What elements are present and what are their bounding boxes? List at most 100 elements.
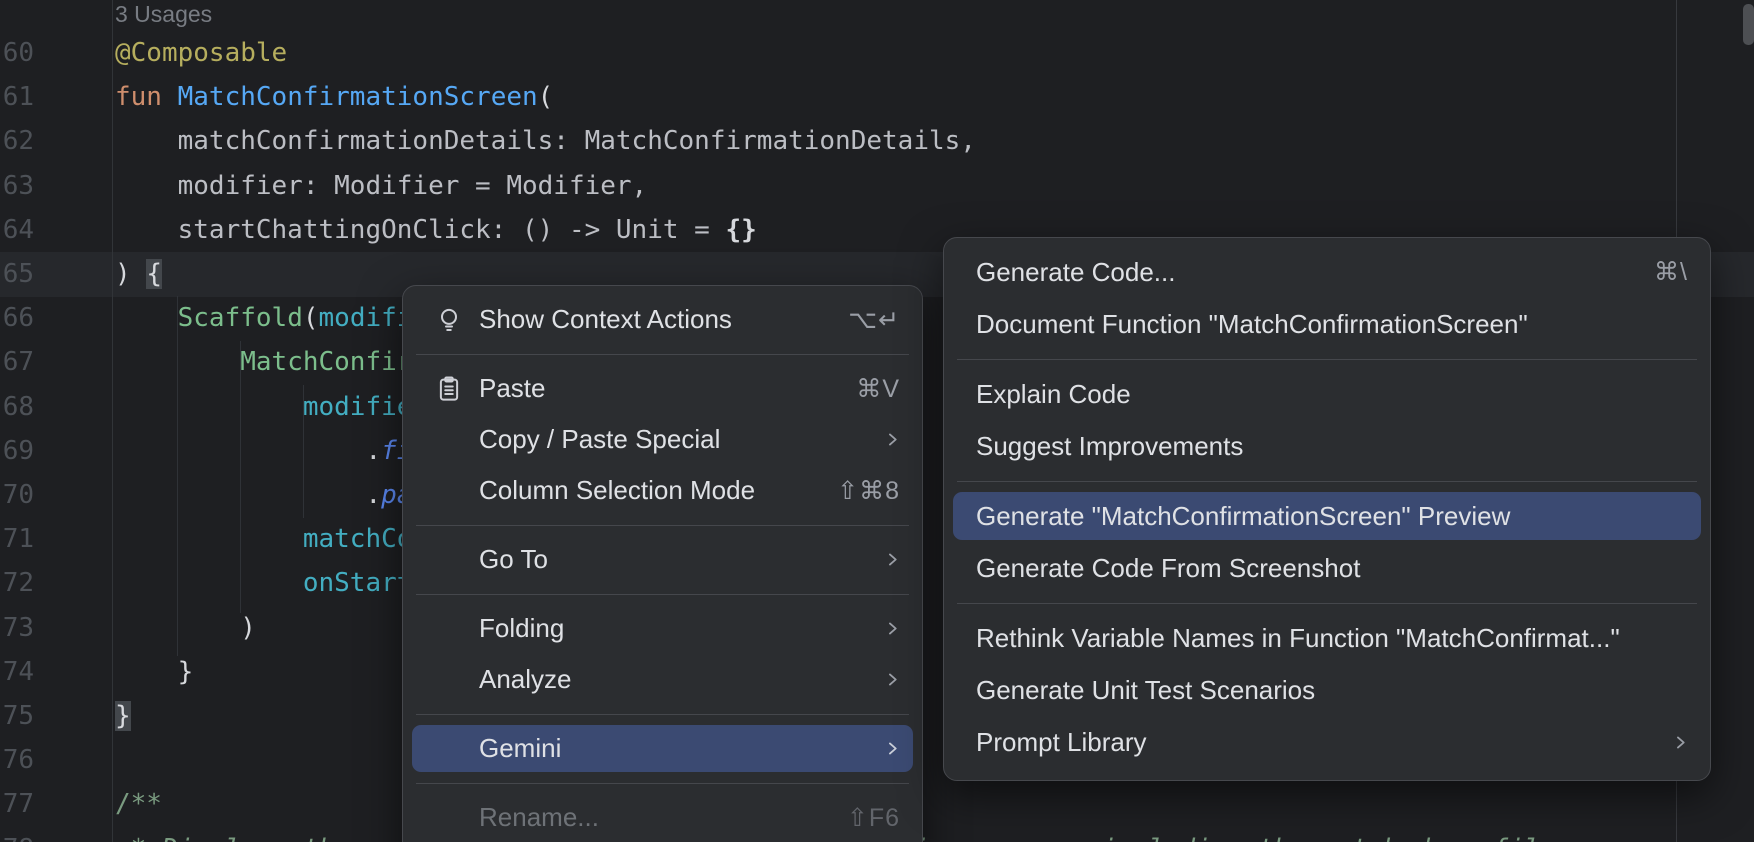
code-token: } — [115, 657, 193, 687]
menu-item-shortcut: ⌘\ — [1654, 257, 1688, 287]
menu-item-label: Generate Code From Screenshot — [976, 553, 1360, 584]
menu-item-label: Generate Unit Test Scenarios — [976, 675, 1315, 706]
menu-item-label: Folding — [479, 613, 564, 644]
code-token: Scaffold — [178, 303, 303, 333]
scrollbar-thumb[interactable] — [1743, 4, 1754, 45]
menu-item-folding[interactable]: Folding — [403, 603, 922, 654]
gutter-line-number[interactable]: 66 — [0, 296, 34, 340]
menu-item-icon-placeholder — [433, 424, 465, 456]
code-line-text: ) { — [115, 252, 162, 296]
ide-screen: 3 Usages 60 @Composable 61 fun MatchConfirm… — [0, 0, 1754, 842]
gutter-line-number[interactable]: 77 — [0, 782, 34, 826]
gutter-line-number[interactable]: 67 — [0, 340, 34, 384]
code-token: ) — [115, 259, 146, 289]
code-token — [115, 347, 240, 377]
code-line-text: * Displays the main content of the match… — [115, 827, 1743, 842]
menu-item-generate-code-from-screenshot[interactable]: Generate Code From Screenshot — [944, 542, 1710, 594]
submenu-chevron-icon — [885, 672, 900, 687]
menu-item-icon-placeholder — [433, 802, 465, 834]
menu-item-label: Analyze — [479, 664, 572, 695]
code-line: 60 @Composable — [0, 31, 1754, 75]
lightbulb-icon — [433, 304, 465, 336]
menu-separator — [944, 350, 1710, 368]
code-line: 61 fun MatchConfirmationScreen( — [0, 75, 1754, 119]
menu-item-prompt-library[interactable]: Prompt Library — [944, 716, 1710, 768]
code-line: 62 matchConfirmationDetails: MatchConfir… — [0, 119, 1754, 163]
submenu-chevron-icon — [885, 432, 900, 447]
code-line-text: @Composable — [115, 31, 287, 75]
menu-item-label: Copy / Paste Special — [479, 424, 720, 455]
gutter-line-number[interactable]: 64 — [0, 208, 34, 252]
code-token: fun — [115, 82, 178, 112]
code-token: /** — [115, 789, 162, 819]
code-token: . — [115, 480, 381, 510]
gutter-line-number[interactable]: 74 — [0, 650, 34, 694]
code-token: matchConfirmationDetails: MatchConfirmat… — [115, 126, 976, 156]
clipboard-icon — [433, 373, 465, 405]
menu-item-explain-code[interactable]: Explain Code — [944, 368, 1710, 420]
code-token: ( — [303, 303, 319, 333]
menu-item-icon-placeholder — [433, 544, 465, 576]
code-token: . — [115, 436, 381, 466]
menu-item-generate-unit-test-scenarios[interactable]: Generate Unit Test Scenarios — [944, 664, 1710, 716]
code-line: 63 modifier: Modifier = Modifier, — [0, 164, 1754, 208]
menu-item-suggest-improvements[interactable]: Suggest Improvements — [944, 420, 1710, 472]
gutter-line-number[interactable]: 68 — [0, 385, 34, 429]
submenu-chevron-icon — [885, 741, 900, 756]
context-menu: Show Context Actions⌥↵ Paste⌘V Copy / Past… — [402, 285, 923, 842]
menu-item-generate-code[interactable]: Generate Code...⌘\ — [944, 246, 1710, 298]
gutter-line-number[interactable]: 61 — [0, 75, 34, 119]
code-token: * Displays the main content of the match… — [115, 834, 1743, 842]
menu-item-label: Document Function "MatchConfirmationScre… — [976, 309, 1528, 340]
code-token — [115, 303, 178, 333]
code-line-text: startChattingOnClick: () -> Unit = {} — [115, 208, 757, 252]
menu-item-generate-preview[interactable]: Generate "MatchConfirmationScreen" Previ… — [944, 490, 1710, 542]
menu-separator — [403, 345, 922, 363]
gutter-line-number[interactable]: 76 — [0, 738, 34, 782]
menu-item-show-context-actions[interactable]: Show Context Actions⌥↵ — [403, 294, 922, 345]
menu-item-copy-paste-special[interactable]: Copy / Paste Special — [403, 414, 922, 465]
gutter-line-number[interactable]: 73 — [0, 606, 34, 650]
gutter-line-number[interactable]: 60 — [0, 31, 34, 75]
submenu-chevron-icon — [1673, 735, 1688, 750]
menu-item-rename[interactable]: Rename... ⇧F6 — [403, 792, 922, 842]
code-token: { — [146, 259, 162, 289]
gutter-line-number[interactable]: 63 — [0, 164, 34, 208]
menu-item-gemini[interactable]: Gemini — [403, 723, 922, 774]
gutter-line-number[interactable]: 69 — [0, 429, 34, 473]
menu-separator — [403, 585, 922, 603]
menu-item-icon-placeholder — [433, 613, 465, 645]
code-line-text: modifier: Modifier = Modifier, — [115, 164, 647, 208]
menu-item-shortcut: ⇧⌘8 — [837, 476, 900, 506]
menu-item-document-function[interactable]: Document Function "MatchConfirmationScre… — [944, 298, 1710, 350]
gutter-line-number[interactable]: 62 — [0, 119, 34, 163]
code-token — [115, 524, 303, 554]
menu-item-shortcut: ⇧F6 — [847, 803, 900, 833]
code-line-text: } — [115, 650, 193, 694]
menu-item-label: Go To — [479, 544, 548, 575]
submenu-chevron-icon — [885, 621, 900, 636]
gutter-line-number[interactable]: 78 — [0, 827, 34, 842]
menu-item-go-to[interactable]: Go To — [403, 534, 922, 585]
menu-item-column-selection-mode[interactable]: Column Selection Mode⇧⌘8 — [403, 465, 922, 516]
menu-item-label: Gemini — [479, 733, 561, 764]
menu-item-paste[interactable]: Paste⌘V — [403, 363, 922, 414]
menu-item-icon-placeholder — [433, 664, 465, 696]
code-line-text: fun MatchConfirmationScreen( — [115, 75, 553, 119]
menu-item-analyze[interactable]: Analyze — [403, 654, 922, 705]
code-token: } — [115, 701, 131, 731]
gutter-line-number[interactable]: 65 — [0, 252, 34, 296]
gutter-line-number[interactable]: 71 — [0, 517, 34, 561]
gutter-line-number[interactable]: 75 — [0, 694, 34, 738]
usages-inlay-hint[interactable]: 3 Usages — [115, 1, 212, 27]
code-token: startChattingOnClick: () -> Unit = — [115, 215, 725, 245]
code-token: MatchConfirmationScreen — [178, 82, 538, 112]
code-token: ) — [115, 613, 256, 643]
menu-item-label: Rename... — [479, 802, 599, 833]
gutter-line-number[interactable]: 70 — [0, 473, 34, 517]
gutter-line-number[interactable]: 72 — [0, 561, 34, 605]
gemini-submenu: Generate Code...⌘\ Document Function "Mat… — [943, 237, 1711, 781]
menu-item-rethink-variable-names[interactable]: Rethink Variable Names in Function "Matc… — [944, 612, 1710, 664]
menu-item-label: Paste — [479, 373, 546, 404]
menu-item-icon-placeholder — [433, 733, 465, 765]
